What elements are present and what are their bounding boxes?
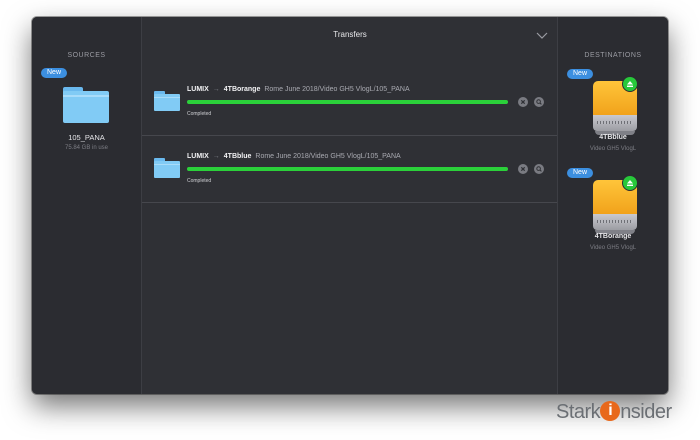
transfer-source: LUMIX bbox=[187, 86, 209, 93]
transfer-row: LUMIX → 4TBblue Rome June 2018/Video GH5 Vl… bbox=[142, 136, 558, 203]
reveal-button[interactable] bbox=[534, 97, 544, 107]
eject-button[interactable] bbox=[622, 76, 638, 92]
destination-name: 4TBblue bbox=[599, 134, 627, 141]
destination-name: 4TBorange bbox=[594, 233, 632, 240]
cancel-button[interactable] bbox=[518, 164, 528, 174]
new-badge: New bbox=[567, 168, 594, 178]
progress-fill bbox=[187, 167, 508, 171]
transfer-row: LUMIX → 4TBorange Rome June 2018/Video GH5 … bbox=[142, 69, 558, 136]
transfer-destination: 4TBblue bbox=[223, 153, 252, 160]
transfer-status: Completed bbox=[187, 111, 212, 117]
watermark-post: nsider bbox=[620, 401, 672, 423]
progress-bar bbox=[187, 167, 508, 171]
arrow-icon: → bbox=[212, 86, 220, 93]
destinations-header: DESTINATIONS bbox=[584, 52, 642, 59]
destination-subtitle: Video GH5 VlogL bbox=[589, 245, 637, 251]
progress-bar bbox=[187, 100, 508, 104]
cancel-icon bbox=[520, 99, 526, 105]
folder-icon bbox=[154, 91, 180, 111]
eject-icon bbox=[627, 180, 633, 186]
app-window: SOURCES New 105_PANA 75.84 GB in use Tra… bbox=[32, 17, 668, 394]
new-badge: New bbox=[567, 69, 594, 79]
transfer-directory: Rome June 2018/Video GH5 VlogL/105_PANA bbox=[255, 153, 401, 160]
reveal-button[interactable] bbox=[534, 164, 544, 174]
page-title: Transfers bbox=[333, 30, 367, 39]
sources-sidebar: SOURCES New 105_PANA 75.84 GB in use bbox=[32, 17, 142, 394]
folder-icon bbox=[154, 158, 180, 178]
magnifier-icon bbox=[536, 99, 542, 105]
eject-icon bbox=[627, 81, 633, 87]
transfers-panel: Transfers LUMIX → 4TBorange Rome June 2018/… bbox=[142, 17, 558, 394]
transfer-destination: 4TBorange bbox=[223, 86, 261, 93]
watermark-logo: Stark i nsider bbox=[556, 401, 672, 424]
source-name: 105_PANA bbox=[68, 133, 105, 142]
source-usage: 75.84 GB in use bbox=[64, 145, 109, 151]
source-folder-icon[interactable] bbox=[63, 87, 109, 123]
transfer-directory: Rome June 2018/Video GH5 VlogL/105_PANA bbox=[264, 86, 410, 93]
transfer-path: LUMIX → 4TBorange Rome June 2018/Video GH5 … bbox=[187, 86, 410, 93]
transfer-path: LUMIX → 4TBblue Rome June 2018/Video GH5 Vl… bbox=[187, 153, 401, 160]
destination-subtitle: Video GH5 VlogL bbox=[589, 146, 637, 152]
sources-header: SOURCES bbox=[67, 52, 106, 59]
new-badge: New bbox=[41, 68, 68, 78]
transfer-status: Completed bbox=[187, 178, 212, 184]
arrow-icon: → bbox=[212, 153, 220, 160]
eject-button[interactable] bbox=[622, 175, 638, 191]
watermark-pre: Stark bbox=[556, 401, 601, 423]
magnifier-icon bbox=[536, 166, 542, 172]
watermark-dot: i bbox=[600, 401, 621, 421]
transfer-source: LUMIX bbox=[187, 153, 209, 160]
cancel-button[interactable] bbox=[518, 97, 528, 107]
chevron-down-icon[interactable] bbox=[536, 30, 548, 40]
progress-fill bbox=[187, 100, 508, 104]
destinations-sidebar: DESTINATIONS New 4TBblue Video GH5 VlogL… bbox=[557, 17, 668, 394]
cancel-icon bbox=[520, 166, 526, 172]
